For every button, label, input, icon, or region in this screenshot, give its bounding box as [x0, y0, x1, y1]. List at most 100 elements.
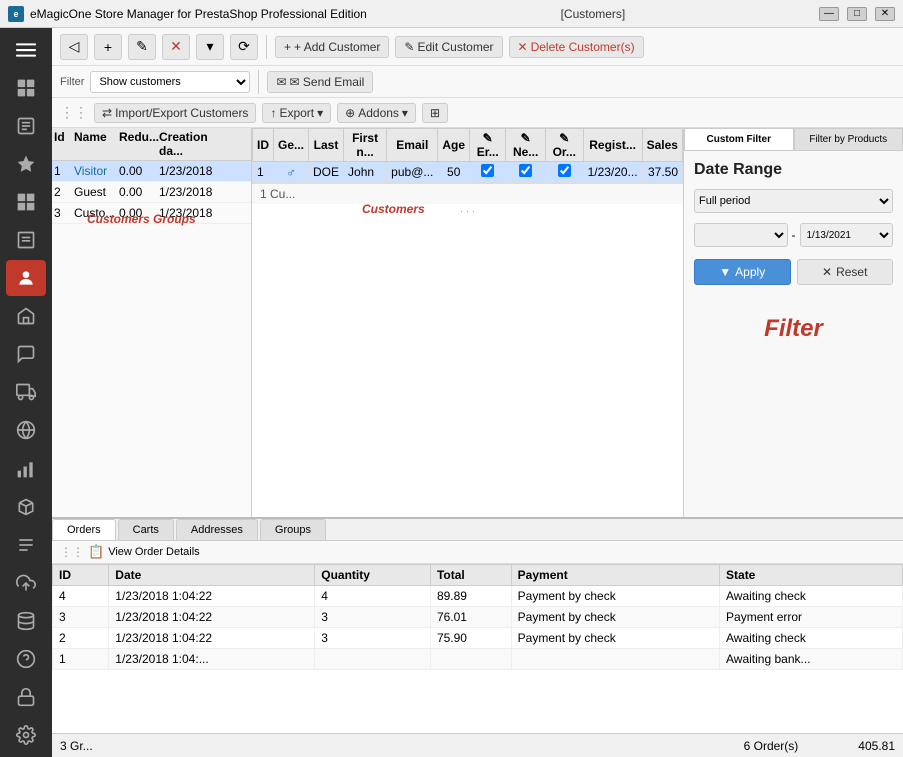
send-email-button[interactable]: ✉ ✉ Send Email: [267, 71, 373, 93]
tab-carts[interactable]: Carts: [118, 519, 174, 540]
sidebar-item-upload[interactable]: [6, 565, 46, 601]
td-first: John: [344, 162, 387, 183]
sidebar-item-catalog[interactable]: [6, 222, 46, 258]
delete-customer-button[interactable]: ✕ Delete Customer(s): [509, 36, 644, 58]
dropdown-button[interactable]: ▾: [196, 34, 224, 60]
th-order-id: ID: [53, 565, 109, 586]
customer-name-1: Visitor: [74, 164, 119, 178]
date-from-select[interactable]: [694, 223, 788, 247]
order-row-3[interactable]: 2 1/23/2018 1:04:22 3 75.90 Payment by c…: [53, 628, 903, 649]
sidebar-item-favorites[interactable]: [6, 146, 46, 182]
tab-orders[interactable]: Orders: [52, 519, 116, 540]
customer-list-panel: Id Name Redu... Creation da... 1 Visitor…: [52, 128, 252, 517]
separator2: [258, 70, 259, 94]
td-regist: 1/23/20...: [583, 162, 642, 183]
maximize-button[interactable]: □: [847, 7, 867, 21]
export-button[interactable]: ↑ Export ▾: [262, 103, 331, 123]
main-table-area: ID Ge... Last First n... Email Age ✎ Er.…: [252, 128, 683, 517]
sidebar-item-customers[interactable]: [6, 260, 46, 296]
th-order-quantity: Quantity: [315, 565, 431, 586]
col-id-header: Id: [54, 130, 74, 158]
add-customer-icon: +: [284, 40, 291, 54]
filter-options-icon: ⊞: [430, 106, 440, 120]
orders-count: 6 Order(s): [744, 739, 799, 753]
sidebar-item-addresses[interactable]: [6, 298, 46, 334]
refresh-button[interactable]: ⟳: [230, 34, 258, 60]
reset-button[interactable]: ✕ Reset: [797, 259, 894, 285]
sidebar-item-shipping[interactable]: [6, 374, 46, 410]
apply-button[interactable]: ▼ Apply: [694, 259, 791, 285]
right-panel-tabs: Custom Filter Filter by Products: [684, 128, 903, 151]
action-bar: ⋮⋮ ⇄ Import/Export Customers ↑ Export ▾ …: [52, 98, 903, 128]
th-gender: Ge...: [274, 129, 309, 162]
customer-row-1[interactable]: 1 Visitor 0.00 1/23/2018: [52, 161, 251, 182]
view-order-label: View Order Details: [108, 546, 200, 558]
close-button[interactable]: ✕: [875, 7, 895, 21]
filter-icon-button[interactable]: ⊞: [422, 103, 448, 123]
sidebar-item-gear[interactable]: [6, 717, 46, 753]
date-to-select[interactable]: 1/13/2021: [800, 223, 894, 247]
sidebar-item-products[interactable]: [6, 184, 46, 220]
sidebar-item-menu[interactable]: [6, 32, 46, 68]
sidebar-item-database[interactable]: [6, 603, 46, 639]
or-checkbox[interactable]: [558, 164, 571, 177]
bottom-panel: Orders Carts Addresses Groups ⋮⋮ 📋 View …: [52, 517, 903, 757]
customer-name-2: Guest: [74, 185, 119, 199]
sidebar-item-settings2[interactable]: [6, 527, 46, 563]
th-order-date: Date: [109, 565, 315, 586]
add-customer-button[interactable]: + + Add Customer: [275, 36, 389, 58]
import-export-button[interactable]: ⇄ Import/Export Customers: [94, 103, 256, 123]
sidebar-item-help[interactable]: [6, 641, 46, 677]
sidebar-item-stats[interactable]: [6, 451, 46, 487]
delete-customer-icon: ✕: [518, 40, 528, 54]
th-or: ✎ Or...: [545, 129, 583, 162]
back-button[interactable]: ◁: [60, 34, 88, 60]
filter-bar: Filter Show all customers Show customers…: [52, 66, 903, 98]
customer-row-2[interactable]: 2 Guest 0.00 1/23/2018: [52, 182, 251, 203]
ne-checkbox[interactable]: [519, 164, 532, 177]
order-row-1[interactable]: 4 1/23/2018 1:04:22 4 89.89 Payment by c…: [53, 586, 903, 607]
col-created-header: Creation da...: [159, 130, 229, 158]
export-icon: ↑: [270, 106, 276, 120]
customer-name-3: Custo...: [74, 206, 119, 220]
sidebar-item-lock[interactable]: [6, 679, 46, 715]
tab-addresses[interactable]: Addresses: [176, 519, 258, 540]
orders-table-area: ID Date Quantity Total Payment State 4 1…: [52, 564, 903, 733]
reset-icon: ✕: [822, 265, 832, 279]
th-ne: ✎ Ne...: [506, 129, 546, 162]
sidebar-item-dashboard[interactable]: [6, 70, 46, 106]
minimize-button[interactable]: —: [819, 7, 839, 21]
td-or: [545, 162, 583, 183]
sidebar-item-globe[interactable]: [6, 412, 46, 448]
sidebar-item-orders[interactable]: [6, 108, 46, 144]
customers-table: ID Ge... Last First n... Email Age ✎ Er.…: [252, 128, 683, 183]
th-order-state: State: [720, 565, 903, 586]
add-button[interactable]: +: [94, 34, 122, 60]
col-redu-header: Redu...: [119, 130, 159, 158]
edit-customer-button[interactable]: ✎ Edit Customer: [395, 36, 502, 58]
edit-customer-icon: ✎: [404, 40, 414, 54]
tab-groups[interactable]: Groups: [260, 519, 326, 540]
custom-filter-tab[interactable]: Custom Filter: [684, 128, 794, 151]
filter-label: Filter: [60, 76, 84, 88]
td-gender: ♂: [274, 162, 309, 183]
filter-select[interactable]: Show all customers Show customers Active…: [90, 71, 250, 93]
date-separator: -: [792, 228, 796, 242]
th-first: First n...: [344, 129, 387, 162]
sidebar-item-messages[interactable]: [6, 336, 46, 372]
customer-row-3[interactable]: 3 Custo... 0.00 1/23/2018: [52, 203, 251, 224]
period-select[interactable]: Full period Today Last 7 days Last 30 da…: [694, 189, 893, 213]
er-checkbox[interactable]: [481, 164, 494, 177]
order-row-4[interactable]: 1 1/23/2018 1:04:... Awaiting bank...: [53, 649, 903, 670]
col-name-header: Name: [74, 130, 119, 158]
filter-by-products-tab[interactable]: Filter by Products: [794, 128, 903, 151]
sidebar-item-plugins[interactable]: [6, 489, 46, 525]
table-row[interactable]: 1 ♂ DOE John pub@... 50 1/23/20... 37.50: [253, 162, 683, 183]
table-footer: 1 Cu...: [252, 183, 683, 204]
td-age: 50: [438, 162, 470, 183]
order-row-2[interactable]: 3 1/23/2018 1:04:22 3 76.01 Payment by c…: [53, 607, 903, 628]
addons-button[interactable]: ⊕ Addons ▾: [337, 103, 416, 123]
delete-button[interactable]: ✕: [162, 34, 190, 60]
filter-annotation: Filter: [764, 315, 823, 342]
edit-button[interactable]: ✎: [128, 34, 156, 60]
